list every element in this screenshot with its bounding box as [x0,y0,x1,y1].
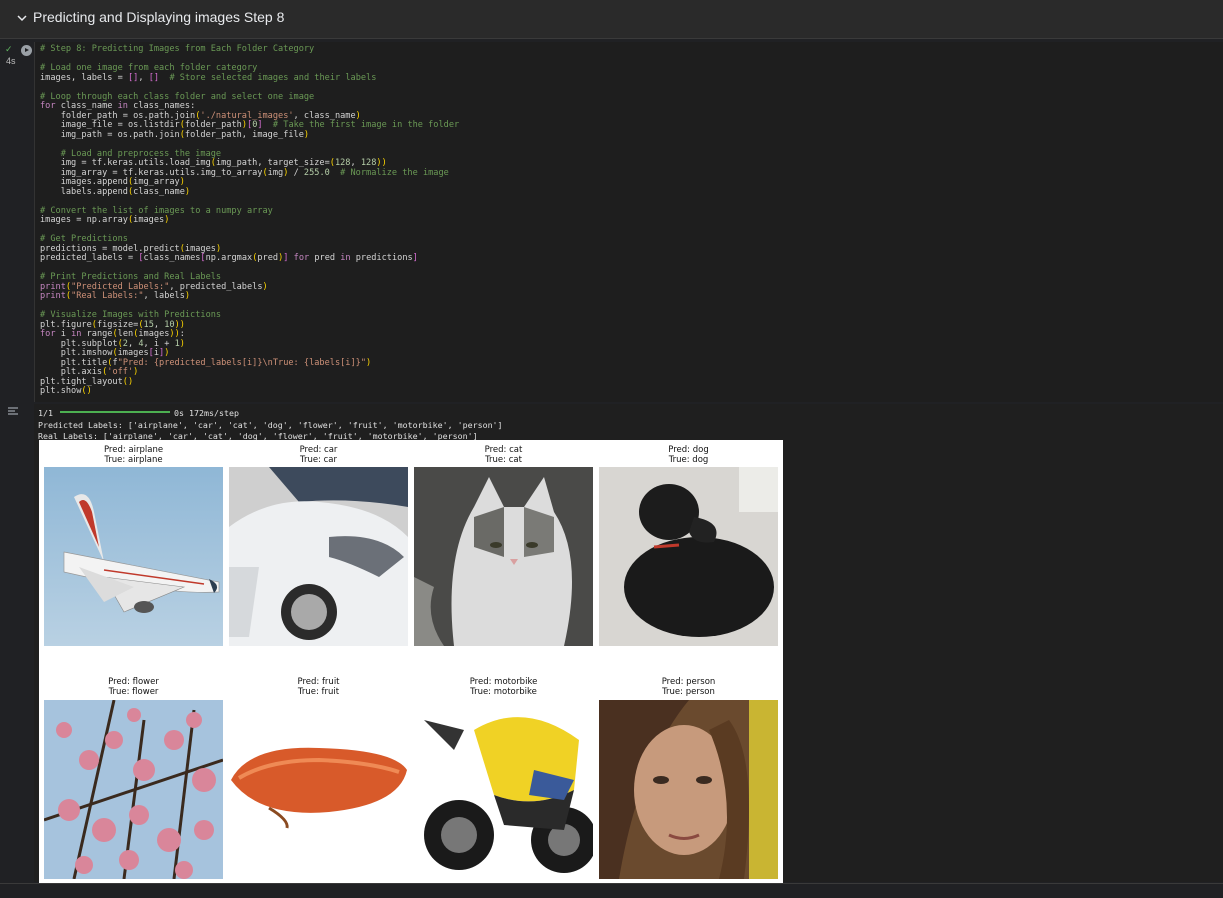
tile-title: Pred: person True: person [661,677,716,697]
run-cell-button[interactable] [21,45,32,56]
check-icon: ✓ [5,44,13,54]
image-tile-airplane [44,467,223,646]
code-editor[interactable]: # Step 8: Predicting Images from Each Fo… [34,42,1223,402]
output-toggle-icon[interactable] [7,406,19,416]
tile-title: Pred: cat True: cat [484,445,523,465]
chevron-down-icon[interactable] [15,11,29,25]
progress-label: 1/1 [38,408,53,418]
tile-title: Pred: fruit True: fruit [297,677,340,697]
tile-title: Pred: dog True: dog [668,445,709,465]
section-title: Predicting and Displaying images Step 8 [33,9,285,25]
image-tile-car [229,467,408,646]
image-tile-cat [414,467,593,646]
image-tile-fruit [229,700,408,879]
tile-title: Pred: flower True: flower [108,677,159,697]
image-tile-motorbike [414,700,593,879]
tile-title: Pred: car True: car [299,445,338,465]
tile-title: Pred: motorbike True: motorbike [469,677,538,697]
image-tile-flower [44,700,223,879]
tile-title: Pred: airplane True: airplane [103,445,164,465]
code-text[interactable]: # Step 8: Predicting Images from Each Fo… [40,44,459,397]
cell-gutter [0,40,34,897]
progress-bar [60,411,170,413]
matplotlib-figure: Pred: airplane True: airplane Pred: car Tr… [39,440,783,883]
predicted-labels-output: Predicted Labels: ['airplane', 'car', 'c… [38,420,503,430]
progress-time: 0s 172ms/step [174,408,239,418]
image-tile-person [599,700,778,879]
section-header[interactable]: Predicting and Displaying images Step 8 [0,0,1223,39]
notebook-bottom-bar [0,883,1223,898]
execution-time: 4s [6,56,16,66]
image-tile-dog [599,467,778,646]
